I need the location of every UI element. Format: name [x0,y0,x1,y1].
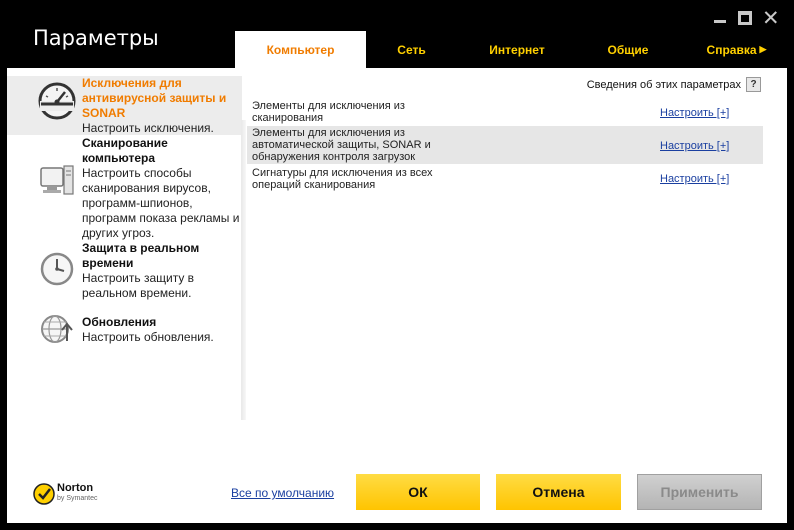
sidebar-item-desc: Настроить защиту в реальном времени. [82,271,195,300]
sidebar-item-title: Защита в реальном времени [82,241,200,270]
gauge-icon [7,76,82,135]
sidebar-item-realtime[interactable]: Защита в реальном времени Настроить защи… [7,241,242,303]
sidebar-item-exclusions[interactable]: Исключения для антивирусной защиты и SON… [7,76,242,135]
tab-computer[interactable]: Компьютер [235,31,366,68]
window-controls: ✕ [712,8,780,29]
configure-link[interactable]: Настроить [+] [660,173,729,185]
sidebar-item-title: Сканирование компьютера [82,136,168,165]
help-icon[interactable]: ? [746,77,761,92]
maximize-icon[interactable] [738,11,752,25]
computer-icon [7,136,82,240]
chevron-right-icon: ▶ [759,44,767,54]
tab-general[interactable]: Общие [577,31,679,68]
clock-icon [7,241,82,303]
sidebar-item-desc: Настроить обновления. [82,330,214,344]
sidebar-item-title: Исключения для антивирусной защиты и SON… [82,76,227,120]
close-icon[interactable]: ✕ [762,8,780,29]
sidebar: Исключения для антивирусной защиты и SON… [7,68,246,420]
sidebar-item-title: Обновления [82,315,157,329]
window-title: Параметры [33,26,159,50]
content-panel: Исключения для антивирусной защиты и SON… [7,68,787,523]
tab-internet[interactable]: Интернет [457,31,577,68]
sidebar-item-desc: Настроить исключения. [82,121,214,135]
setting-label: Элементы для исключения из автоматическо… [252,127,431,163]
configure-link[interactable]: Настроить [+] [660,140,729,152]
setting-row: Элементы для исключения из автоматическо… [247,126,763,164]
setting-label: Элементы для исключения из сканирования [252,100,405,124]
configure-link[interactable]: Настроить [+] [660,107,729,119]
norton-logo-text: Norton [57,482,94,494]
sidebar-item-updates[interactable]: Обновления Настроить обновления. [7,315,242,347]
tab-help-label: Справка [706,42,757,57]
sidebar-item-desc: Настроить способы сканирования вирусов, … [82,166,240,240]
setting-row: Элементы для исключения из сканирования … [247,99,763,125]
norton-logo-sub: by Symantec [57,495,98,502]
settings-window: Параметры ✕ Компьютер Сеть Интернет Общи… [0,0,794,530]
apply-button[interactable]: Применить [637,474,762,510]
tab-help[interactable]: Справка ▶ [679,31,794,68]
globe-update-icon [7,315,82,347]
sidebar-divider [241,120,246,420]
setting-row: Сигнатуры для исключения из всех операци… [247,166,763,194]
ok-button[interactable]: ОК [356,474,480,510]
tab-bar: Компьютер Сеть Интернет Общие Справка ▶ [235,31,794,68]
minimize-icon[interactable] [712,10,728,26]
sidebar-item-scan[interactable]: Сканирование компьютера Настроить способ… [7,136,242,240]
settings-panel: Сведения об этих параметрах ? Элементы д… [247,68,787,420]
cancel-button[interactable]: Отмена [496,474,621,510]
restore-defaults-link[interactable]: Все по умолчанию [231,486,334,500]
tab-network[interactable]: Сеть [366,31,457,68]
about-label: Сведения об этих параметрах [586,78,741,91]
about-settings: Сведения об этих параметрах ? [587,77,761,92]
setting-label: Сигнатуры для исключения из всех операци… [252,167,433,191]
